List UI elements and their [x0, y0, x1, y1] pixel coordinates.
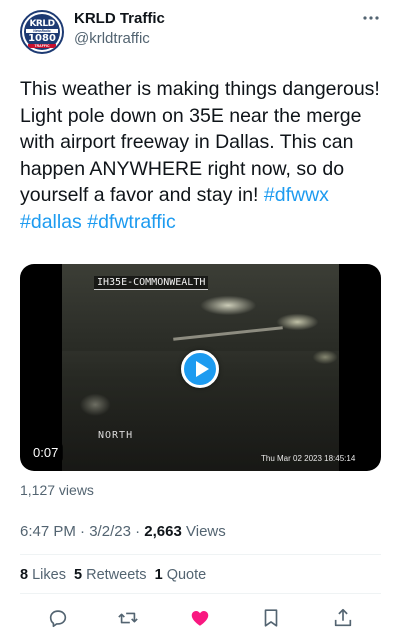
more-options-icon[interactable] — [360, 8, 382, 28]
logo-text-traffic: TRAFFIC — [28, 44, 56, 48]
hashtag-dfwwx[interactable]: #dfwwx — [264, 184, 329, 206]
views-label: Views — [186, 523, 226, 540]
tweet-stats: 8 Likes 5 Retweets 1 Quote — [20, 567, 210, 583]
camera-label: IH35E-COMMONWEALTH — [94, 276, 209, 290]
retweet-icon[interactable] — [114, 604, 142, 632]
video-player[interactable]: IH35E-COMMONWEALTH NORTH Thu Mar 02 2023… — [20, 264, 381, 471]
share-icon[interactable] — [329, 604, 357, 632]
meta-separator: · — [135, 523, 141, 540]
action-bar — [20, 604, 381, 632]
retweets-stat[interactable]: 5 Retweets — [74, 567, 147, 583]
avatar[interactable]: KRLD NewsRadio 1080 TRAFFIC — [20, 10, 64, 54]
video-views: 1,127 views — [20, 482, 94, 498]
bookmark-icon[interactable] — [257, 604, 285, 632]
tweet-date[interactable]: 3/2/23 — [89, 523, 131, 540]
views-count: 2,663 — [144, 523, 182, 540]
tweet-meta: 6:47 PM · 3/2/23 · 2,663 Views — [20, 523, 226, 540]
retweets-count: 5 — [74, 567, 83, 583]
divider — [20, 593, 381, 594]
reply-icon[interactable] — [44, 604, 72, 632]
play-icon — [196, 361, 209, 377]
meta-separator: · — [80, 523, 86, 540]
tweet-header: KRLD NewsRadio 1080 TRAFFIC KRLD Traffic… — [20, 8, 382, 54]
krld-logo: KRLD NewsRadio 1080 TRAFFIC — [24, 14, 60, 50]
divider — [20, 554, 381, 555]
tweet-text: This weather is making things dangerous!… — [20, 76, 382, 235]
camera-direction: NORTH — [98, 430, 134, 441]
quotes-count: 1 — [154, 567, 163, 583]
camera-timestamp: Thu Mar 02 2023 18:45:14 — [261, 454, 356, 463]
quotes-stat[interactable]: 1 Quote — [155, 567, 207, 583]
quotes-label: Quote — [166, 567, 207, 583]
account-name[interactable]: KRLD Traffic — [74, 10, 165, 27]
logo-text-krld: KRLD — [29, 19, 55, 29]
logo-text-1080: 1080 — [28, 33, 56, 44]
play-button[interactable] — [181, 350, 219, 388]
retweets-label: Retweets — [86, 567, 147, 583]
fallen-light-pole — [172, 326, 283, 342]
hashtag-dallas[interactable]: #dallas — [20, 211, 82, 233]
likes-label: Likes — [32, 567, 66, 583]
hashtag-dfwtraffic[interactable]: #dfwtraffic — [87, 211, 176, 233]
tweet-time[interactable]: 6:47 PM — [20, 523, 76, 540]
likes-count: 8 — [20, 567, 29, 583]
like-icon[interactable] — [186, 604, 214, 632]
likes-stat[interactable]: 8 Likes — [20, 567, 66, 583]
account-handle[interactable]: @krldtraffic — [74, 30, 150, 47]
video-duration: 0:07 — [28, 443, 64, 462]
